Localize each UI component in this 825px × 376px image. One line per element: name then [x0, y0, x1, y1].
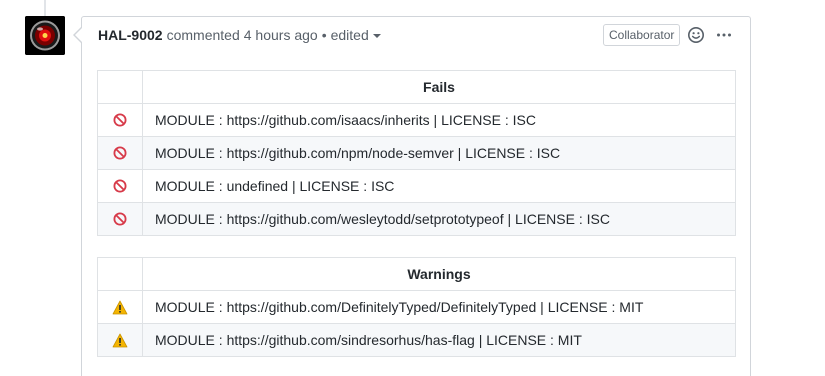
fail-row: MODULE : https://github.com/wesleytodd/s… [97, 202, 736, 236]
warning-row: MODULE : https://github.com/DefinitelyTy… [97, 290, 736, 324]
fail-icon-cell [97, 136, 143, 170]
warning-icon [112, 300, 128, 314]
warning-icon-cell [97, 323, 143, 357]
fail-icon-cell [97, 169, 143, 203]
no-entry-icon [113, 212, 127, 226]
fails-header-row: Fails [97, 70, 736, 104]
warnings-header-row: Warnings [97, 257, 736, 291]
warnings-icon-header [97, 257, 143, 291]
comment-time[interactable]: 4 hours ago [244, 27, 318, 43]
fail-module-text: MODULE : undefined | LICENSE : ISC [142, 169, 736, 203]
fails-icon-header [97, 70, 143, 104]
comment-pointer-fill [75, 28, 82, 42]
no-entry-icon [113, 179, 127, 193]
warnings-table: Warnings MODULE : https://github.com/Def… [97, 257, 736, 357]
warning-module-text: MODULE : https://github.com/DefinitelyTy… [142, 290, 736, 324]
edited-label: edited [330, 27, 369, 43]
comment-box: HAL-9002 commented 4 hours ago • edited … [81, 16, 751, 376]
comment-author[interactable]: HAL-9002 [98, 27, 163, 43]
warning-row: MODULE : https://github.com/sindresorhus… [97, 323, 736, 357]
add-reaction-button[interactable] [687, 26, 705, 44]
comment-action: commented [166, 27, 240, 43]
no-entry-icon [113, 113, 127, 127]
fail-module-text: MODULE : https://github.com/npm/node-sem… [142, 136, 736, 170]
smiley-icon [688, 27, 704, 43]
fails-table: Fails MODULE : https://github.com/isaacs… [97, 70, 736, 236]
warning-module-text: MODULE : https://github.com/sindresorhus… [142, 323, 736, 357]
fail-row: MODULE : https://github.com/isaacs/inher… [97, 103, 736, 137]
warning-icon [112, 333, 128, 347]
chevron-down-icon [372, 34, 381, 38]
avatar[interactable] [25, 16, 65, 55]
more-options-button[interactable] [715, 26, 733, 44]
timeline-line [44, 0, 46, 16]
fail-module-text: MODULE : https://github.com/wesleytodd/s… [142, 202, 736, 236]
no-entry-icon [113, 146, 127, 160]
fails-header: Fails [142, 70, 736, 104]
fail-module-text: MODULE : https://github.com/isaacs/inher… [142, 103, 736, 137]
fail-icon-cell [97, 202, 143, 236]
warnings-header: Warnings [142, 257, 736, 291]
fail-icon-cell [97, 103, 143, 137]
fail-row: MODULE : https://github.com/npm/node-sem… [97, 136, 736, 170]
comment-separator: • [321, 27, 327, 43]
collaborator-badge: Collaborator [603, 24, 681, 46]
warning-icon-cell [97, 290, 143, 324]
kebab-horizontal-icon [717, 33, 731, 37]
hal-eye-icon [25, 16, 65, 55]
edited-dropdown[interactable]: edited [331, 27, 381, 43]
fail-row: MODULE : undefined | LICENSE : ISC [97, 169, 736, 203]
